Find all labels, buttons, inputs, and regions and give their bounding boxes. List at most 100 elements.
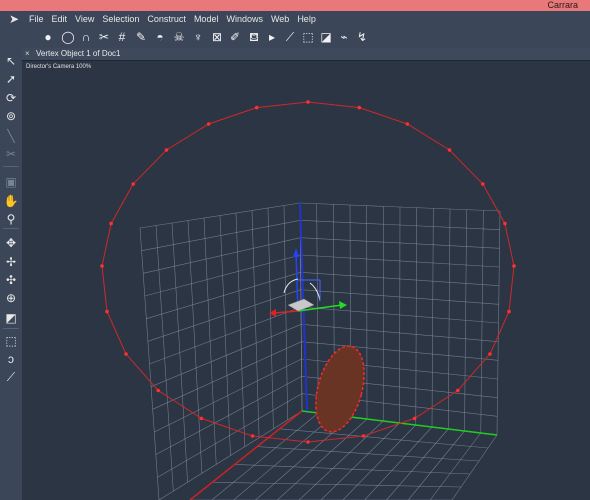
line-tool-icon[interactable]: ╲ xyxy=(2,128,20,144)
dome-icon[interactable]: ◓ xyxy=(152,30,168,45)
vertex-point[interactable] xyxy=(254,105,259,110)
grid-left-line xyxy=(154,358,302,433)
grid-floor-line xyxy=(233,414,335,500)
menu-file[interactable]: File xyxy=(29,11,44,27)
lasso-icon[interactable]: ↄ xyxy=(2,351,20,367)
vertex-point[interactable] xyxy=(156,388,160,393)
grid-left-line xyxy=(141,220,301,251)
bend-icon[interactable]: ↯ xyxy=(354,30,370,45)
vertex-point[interactable] xyxy=(512,264,516,268)
vertex-point[interactable] xyxy=(306,100,310,104)
app-logo-icon[interactable]: ➤ xyxy=(6,12,22,26)
vertex-point[interactable] xyxy=(447,148,452,152)
vertex-point[interactable] xyxy=(105,309,109,314)
vertex-point[interactable] xyxy=(199,416,204,421)
wand-icon[interactable]: ⟋ xyxy=(282,30,298,45)
magnet-icon[interactable]: ∩ xyxy=(78,30,94,45)
brush-icon[interactable]: ✐ xyxy=(227,30,243,45)
window-title: Carrara xyxy=(547,0,578,10)
zoom-icon[interactable]: ⚲ xyxy=(2,211,20,227)
menu-view[interactable]: View xyxy=(75,11,94,27)
toolbar-separator xyxy=(3,328,19,329)
x-box-icon[interactable]: ⊠ xyxy=(209,30,225,45)
scissors-icon[interactable]: ✂ xyxy=(96,30,112,45)
universal-icon[interactable]: ⊕ xyxy=(2,290,20,306)
selected-vertex-polygon[interactable] xyxy=(100,100,516,444)
grid-floor-line xyxy=(451,434,498,500)
grid-left-line xyxy=(157,393,302,478)
grid-left-line xyxy=(143,237,301,274)
vertex-point[interactable] xyxy=(124,352,128,356)
menu-construct[interactable]: Construct xyxy=(147,11,186,27)
sweep-icon[interactable]: ⌁ xyxy=(336,30,352,45)
menu-edit[interactable]: Edit xyxy=(52,11,68,27)
vertex-point[interactable] xyxy=(488,352,492,356)
vertex-point[interactable] xyxy=(109,221,113,226)
transform-gizmo[interactable] xyxy=(269,248,347,317)
vertex-point[interactable] xyxy=(361,434,366,438)
chevron-icon[interactable]: ▸ xyxy=(264,30,280,45)
vertex-point[interactable] xyxy=(164,148,169,152)
toolbar-separator xyxy=(3,166,19,167)
arrow-select-icon[interactable]: ↖ xyxy=(2,53,20,69)
menu-selection[interactable]: Selection xyxy=(102,11,139,27)
cup-icon[interactable]: ♆ xyxy=(190,30,206,45)
axis-move-icon[interactable]: ✥ xyxy=(2,235,20,251)
top-toolbar: ● ◯ ∩ ✂ # ✎ ◓ ☠ ♆ ⊠ ✐ ⛾ ▸ ⟋ ⬚ ◪ ⌁ ↯ xyxy=(0,27,590,49)
circle-icon[interactable]: ◯ xyxy=(60,30,76,45)
pen-icon[interactable]: ✎ xyxy=(133,30,149,45)
box-select-icon[interactable]: ◩ xyxy=(2,310,20,326)
close-icon[interactable]: × xyxy=(25,48,30,60)
grid-floor-line xyxy=(298,420,384,500)
sphere-icon[interactable]: ● xyxy=(40,30,56,45)
vertex-point[interactable] xyxy=(100,264,104,268)
hand-pan-icon[interactable]: ✋ xyxy=(2,193,20,209)
scale-icon[interactable]: ⊚ xyxy=(2,108,20,124)
grid-left-line xyxy=(149,306,302,365)
knife-icon[interactable]: ✂ xyxy=(2,146,20,162)
vertex-point[interactable] xyxy=(405,122,410,126)
vertex-point[interactable] xyxy=(206,122,211,126)
paint-bucket-icon[interactable]: ⛾ xyxy=(246,30,262,45)
vertex-point[interactable] xyxy=(131,182,135,186)
extrude-icon[interactable]: ⬚ xyxy=(300,30,316,45)
vertex-point[interactable] xyxy=(456,388,460,393)
grid-left-plane xyxy=(139,202,303,500)
menu-help[interactable]: Help xyxy=(297,11,316,27)
axis-rotate-icon[interactable]: ✢ xyxy=(2,254,20,270)
menu-windows[interactable]: Windows xyxy=(226,11,263,27)
vertex-point[interactable] xyxy=(503,221,507,226)
rotate-icon[interactable]: ⟳ xyxy=(2,90,20,106)
vertex-point[interactable] xyxy=(306,440,310,444)
brush-select-icon[interactable]: ⟋ xyxy=(2,369,20,385)
vertex-point[interactable] xyxy=(357,105,362,110)
menu-items: File Edit View Selection Construct Model Windo… xyxy=(29,11,324,27)
menu-model[interactable]: Model xyxy=(194,11,219,27)
title-bar: Carrara xyxy=(0,0,590,11)
menu-bar: ➤ File Edit View Selection Construct Model Win… xyxy=(0,11,590,27)
vertex-point[interactable] xyxy=(412,416,417,421)
grid-left-line xyxy=(155,376,302,455)
toolbar-separator xyxy=(3,228,19,229)
grid-left-line xyxy=(150,324,302,387)
skull-icon[interactable]: ☠ xyxy=(171,30,187,45)
grid-left-line xyxy=(146,272,301,319)
axis-plane-icon[interactable]: ✣ xyxy=(2,272,20,288)
vertex-point[interactable] xyxy=(250,434,255,438)
3d-viewport[interactable]: Director's Camera 100% xyxy=(22,61,590,500)
grid-icon[interactable]: # xyxy=(114,30,130,45)
polygon-outline[interactable] xyxy=(101,101,515,443)
marquee-icon[interactable]: ⬚ xyxy=(2,333,20,349)
lathe-icon[interactable]: ◪ xyxy=(318,30,334,45)
vertex-point[interactable] xyxy=(507,309,511,314)
grid-floor-line xyxy=(364,426,433,500)
grid-floor-line xyxy=(320,422,400,500)
vertex-point[interactable] xyxy=(481,182,485,186)
document-header: × Vertex Object 1 of Doc1 xyxy=(22,48,590,61)
grid-floor-line xyxy=(279,428,489,449)
grid-floor-line xyxy=(429,432,481,500)
scene-canvas[interactable] xyxy=(22,61,590,500)
camera-icon[interactable]: ▣ xyxy=(2,174,20,190)
menu-web[interactable]: Web xyxy=(271,11,289,27)
move-arrow-icon[interactable]: ➚ xyxy=(2,71,20,87)
